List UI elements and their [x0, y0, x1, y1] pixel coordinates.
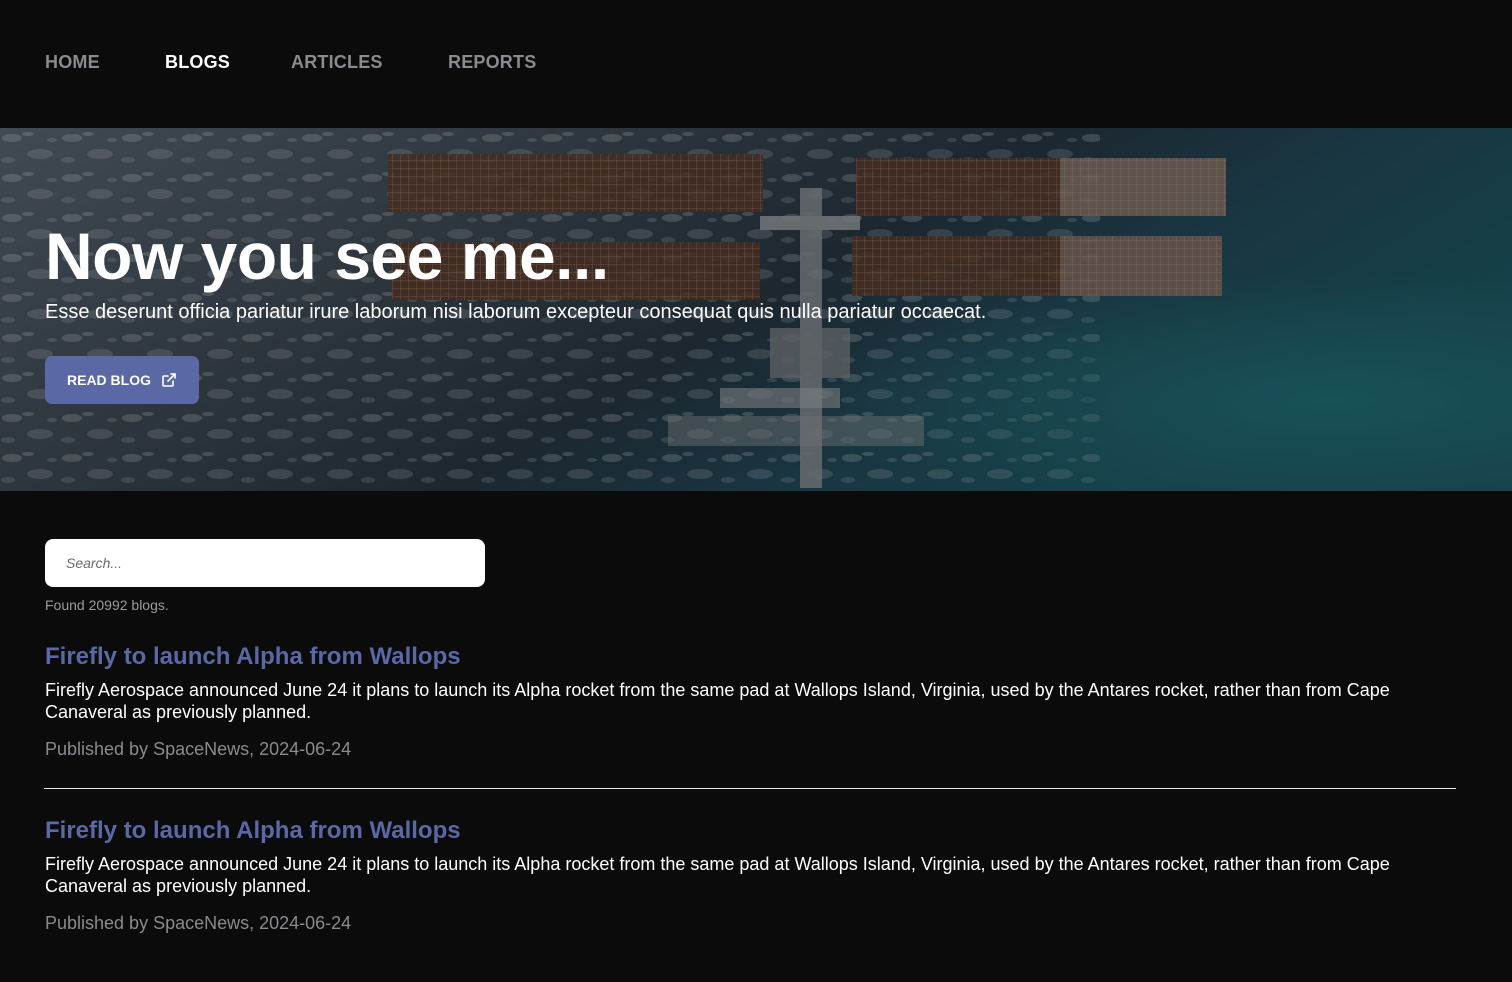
read-blog-button-label: READ BLOG: [67, 372, 151, 388]
hero-subtitle: Esse deserunt officia pariatur irure lab…: [45, 301, 987, 323]
blog-excerpt: Firefly Aerospace announced June 24 it p…: [45, 854, 1390, 896]
blog-meta: Published by SpaceNews, 2024-06-24: [45, 739, 352, 759]
top-navigation: HOME BLOGS ARTICLES REPORTS: [0, 0, 1512, 128]
hero-banner: Now you see me... Esse deserunt officia …: [0, 128, 1512, 491]
result-count: Found 20992 blogs.: [45, 597, 169, 613]
nav-item-reports[interactable]: REPORTS: [448, 52, 536, 73]
nav-item-articles[interactable]: ARTICLES: [291, 52, 383, 73]
hero-title: Now you see me...: [45, 219, 609, 293]
nav-item-home[interactable]: HOME: [45, 52, 100, 73]
blog-divider: [44, 788, 1456, 789]
search-input[interactable]: [45, 539, 485, 587]
blog-list-item: Firefly to launch Alpha from Wallops Fir…: [45, 641, 1465, 761]
external-link-icon: [161, 372, 177, 388]
blog-meta: Published by SpaceNews, 2024-06-24: [45, 913, 352, 933]
blog-title-link[interactable]: Firefly to launch Alpha from Wallops: [45, 641, 1465, 673]
blog-excerpt: Firefly Aerospace announced June 24 it p…: [45, 680, 1390, 722]
blog-title-link[interactable]: Firefly to launch Alpha from Wallops: [45, 815, 1465, 847]
read-blog-button[interactable]: READ BLOG: [45, 356, 199, 404]
nav-item-blogs[interactable]: BLOGS: [165, 52, 230, 73]
blog-list-item: Firefly to launch Alpha from Wallops Fir…: [45, 815, 1465, 935]
